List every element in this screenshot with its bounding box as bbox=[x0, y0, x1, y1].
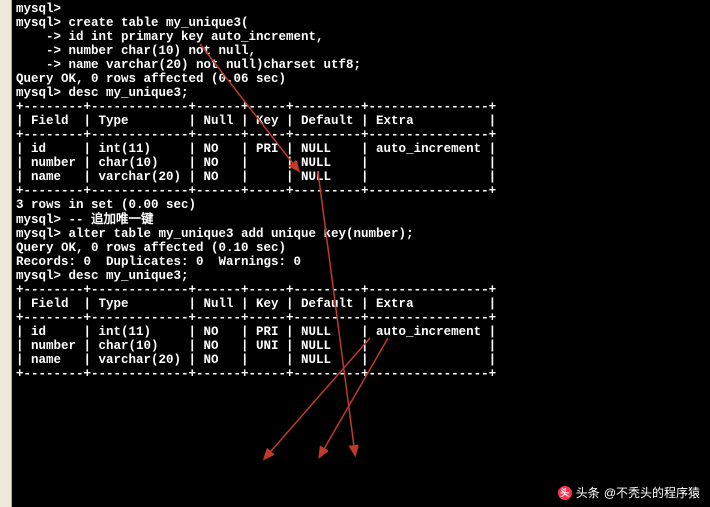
terminal-line: -> id int primary key auto_increment, bbox=[16, 30, 710, 44]
terminal-line-comment: mysql> -- 追加唯一键 bbox=[16, 212, 710, 227]
terminal-line: mysql> desc my_unique3; bbox=[16, 86, 710, 100]
terminal-line: mysql> create table my_unique3( bbox=[16, 16, 710, 30]
terminal-line: -> number char(10) not null, bbox=[16, 44, 710, 58]
table-row: | name | varchar(20) | NO | | NULL | | bbox=[16, 170, 710, 184]
table-row: | number | char(10) | NO | | NULL | | bbox=[16, 156, 710, 170]
watermark-prefix: 头条 bbox=[576, 484, 600, 501]
table-border: +--------+-------------+------+-----+---… bbox=[16, 184, 710, 198]
watermark-author: @不秃头的程序猿 bbox=[604, 484, 700, 501]
table-border: +--------+-------------+------+-----+---… bbox=[16, 128, 710, 142]
terminal-line: Query OK, 0 rows affected (0.06 sec) bbox=[16, 72, 710, 86]
terminal-line: mysql> bbox=[16, 2, 710, 16]
table-row: | id | int(11) | NO | PRI | NULL | auto_… bbox=[16, 325, 710, 339]
table-row: | number | char(10) | NO | UNI | NULL | … bbox=[16, 339, 710, 353]
terminal-line: 3 rows in set (0.00 sec) bbox=[16, 198, 710, 212]
terminal-output: mysql> mysql> create table my_unique3( -… bbox=[14, 0, 710, 381]
table-border: +--------+-------------+------+-----+---… bbox=[16, 283, 710, 297]
watermark: 头 头条 @不秃头的程序猿 bbox=[558, 484, 700, 501]
table-border: +--------+-------------+------+-----+---… bbox=[16, 100, 710, 114]
table-border: +--------+-------------+------+-----+---… bbox=[16, 311, 710, 325]
watermark-logo-icon: 头 bbox=[558, 486, 572, 500]
terminal-line: mysql> desc my_unique3; bbox=[16, 269, 710, 283]
terminal-line: Records: 0 Duplicates: 0 Warnings: 0 bbox=[16, 255, 710, 269]
window-left-border bbox=[0, 0, 12, 507]
table-border: +--------+-------------+------+-----+---… bbox=[16, 367, 710, 381]
terminal-line: -> name varchar(20) not null)charset utf… bbox=[16, 58, 710, 72]
terminal-line: mysql> alter table my_unique3 add unique… bbox=[16, 227, 710, 241]
terminal-line: Query OK, 0 rows affected (0.10 sec) bbox=[16, 241, 710, 255]
table-header: | Field | Type | Null | Key | Default | … bbox=[16, 297, 710, 311]
table-row: | name | varchar(20) | NO | | NULL | | bbox=[16, 353, 710, 367]
table-row: | id | int(11) | NO | PRI | NULL | auto_… bbox=[16, 142, 710, 156]
table-header: | Field | Type | Null | Key | Default | … bbox=[16, 114, 710, 128]
